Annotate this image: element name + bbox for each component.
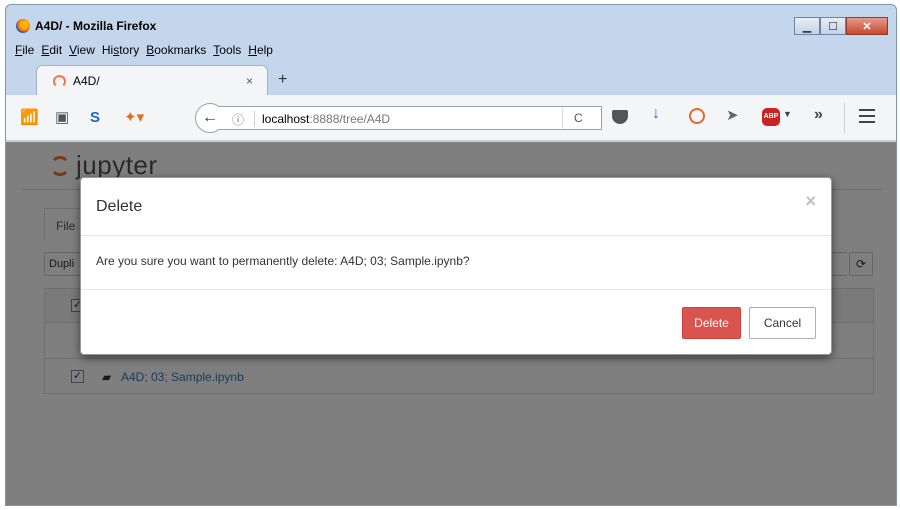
extension-icon[interactable]: ✦▾ (124, 109, 144, 127)
dialog-footer: Delete Cancel (81, 289, 831, 355)
adblock-icon[interactable]: ABP (762, 108, 780, 126)
reload-icon[interactable]: C (574, 111, 583, 125)
chevron-down-icon[interactable]: ▼ (783, 109, 792, 119)
info-icon[interactable]: ⓘ (232, 111, 244, 128)
menu-edit[interactable]: Edit (41, 43, 67, 57)
overflow-icon[interactable]: » (814, 106, 823, 124)
window-controls: ▁ ☐ ✕ (794, 17, 888, 35)
title-bar: A4D/ - Mozilla Firefox ▁ ☐ ✕ (6, 5, 896, 39)
screen-icon[interactable]: ▣ (55, 109, 69, 127)
pocket-icon[interactable] (612, 110, 628, 124)
tab-title: A4D/ (73, 74, 100, 88)
window-title: A4D/ - Mozilla Firefox (35, 19, 157, 33)
minimize-button[interactable]: ▁ (794, 17, 820, 35)
menu-bookmarks[interactable]: Bookmarks (146, 43, 211, 57)
firefox-logo-icon (16, 19, 30, 33)
close-icon[interactable]: × (805, 191, 816, 212)
cancel-button[interactable]: Cancel (749, 307, 816, 339)
toolbar-separator (844, 103, 845, 133)
menu-file[interactable]: File (15, 43, 39, 57)
menu-tools[interactable]: Tools (213, 43, 246, 57)
navigation-toolbar: 📶 ▣ S ✦▾ ← ⓘ localhost:8888/tree/A4D C ↓… (6, 95, 896, 141)
close-window-button[interactable]: ✕ (846, 17, 888, 35)
delete-button[interactable]: Delete (682, 307, 741, 339)
loading-spinner-icon (53, 75, 66, 88)
dialog-message: Are you sure you want to permanently del… (96, 254, 470, 268)
url-text[interactable]: localhost:8888/tree/A4D (262, 112, 390, 126)
download-icon[interactable]: ↓ (652, 105, 660, 123)
new-tab-button[interactable]: + (278, 71, 287, 89)
maximize-button[interactable]: ☐ (820, 17, 846, 35)
dialog-title: Delete (96, 198, 143, 215)
address-bar[interactable]: ⓘ localhost:8888/tree/A4D C (218, 106, 602, 130)
jupyter-page: jupyter File Dupli ⟳ ✓ ✓ ▰ A4D; 03; Samp… (6, 142, 896, 505)
url-divider (562, 107, 563, 129)
browser-tab[interactable]: A4D/ × (36, 65, 268, 97)
menu-view[interactable]: View (69, 43, 100, 57)
tab-close-icon[interactable]: × (246, 74, 253, 88)
dialog-header: Delete × (81, 178, 831, 236)
menu-help[interactable]: Help (248, 43, 278, 57)
hamburger-menu-icon[interactable] (859, 109, 875, 123)
skype-icon[interactable]: S (90, 109, 100, 127)
delete-dialog: Delete × Are you sure you want to perman… (80, 177, 832, 355)
block-icon[interactable] (689, 108, 705, 124)
menu-bar: File Edit View History Bookmarks Tools H… (15, 43, 280, 57)
menu-history[interactable]: History (102, 43, 144, 57)
browser-window: A4D/ - Mozilla Firefox ▁ ☐ ✕ File Edit V… (5, 4, 897, 506)
rss-icon[interactable]: 📶 (20, 109, 39, 127)
url-separator (254, 111, 255, 127)
send-icon[interactable]: ➤ (726, 106, 739, 124)
